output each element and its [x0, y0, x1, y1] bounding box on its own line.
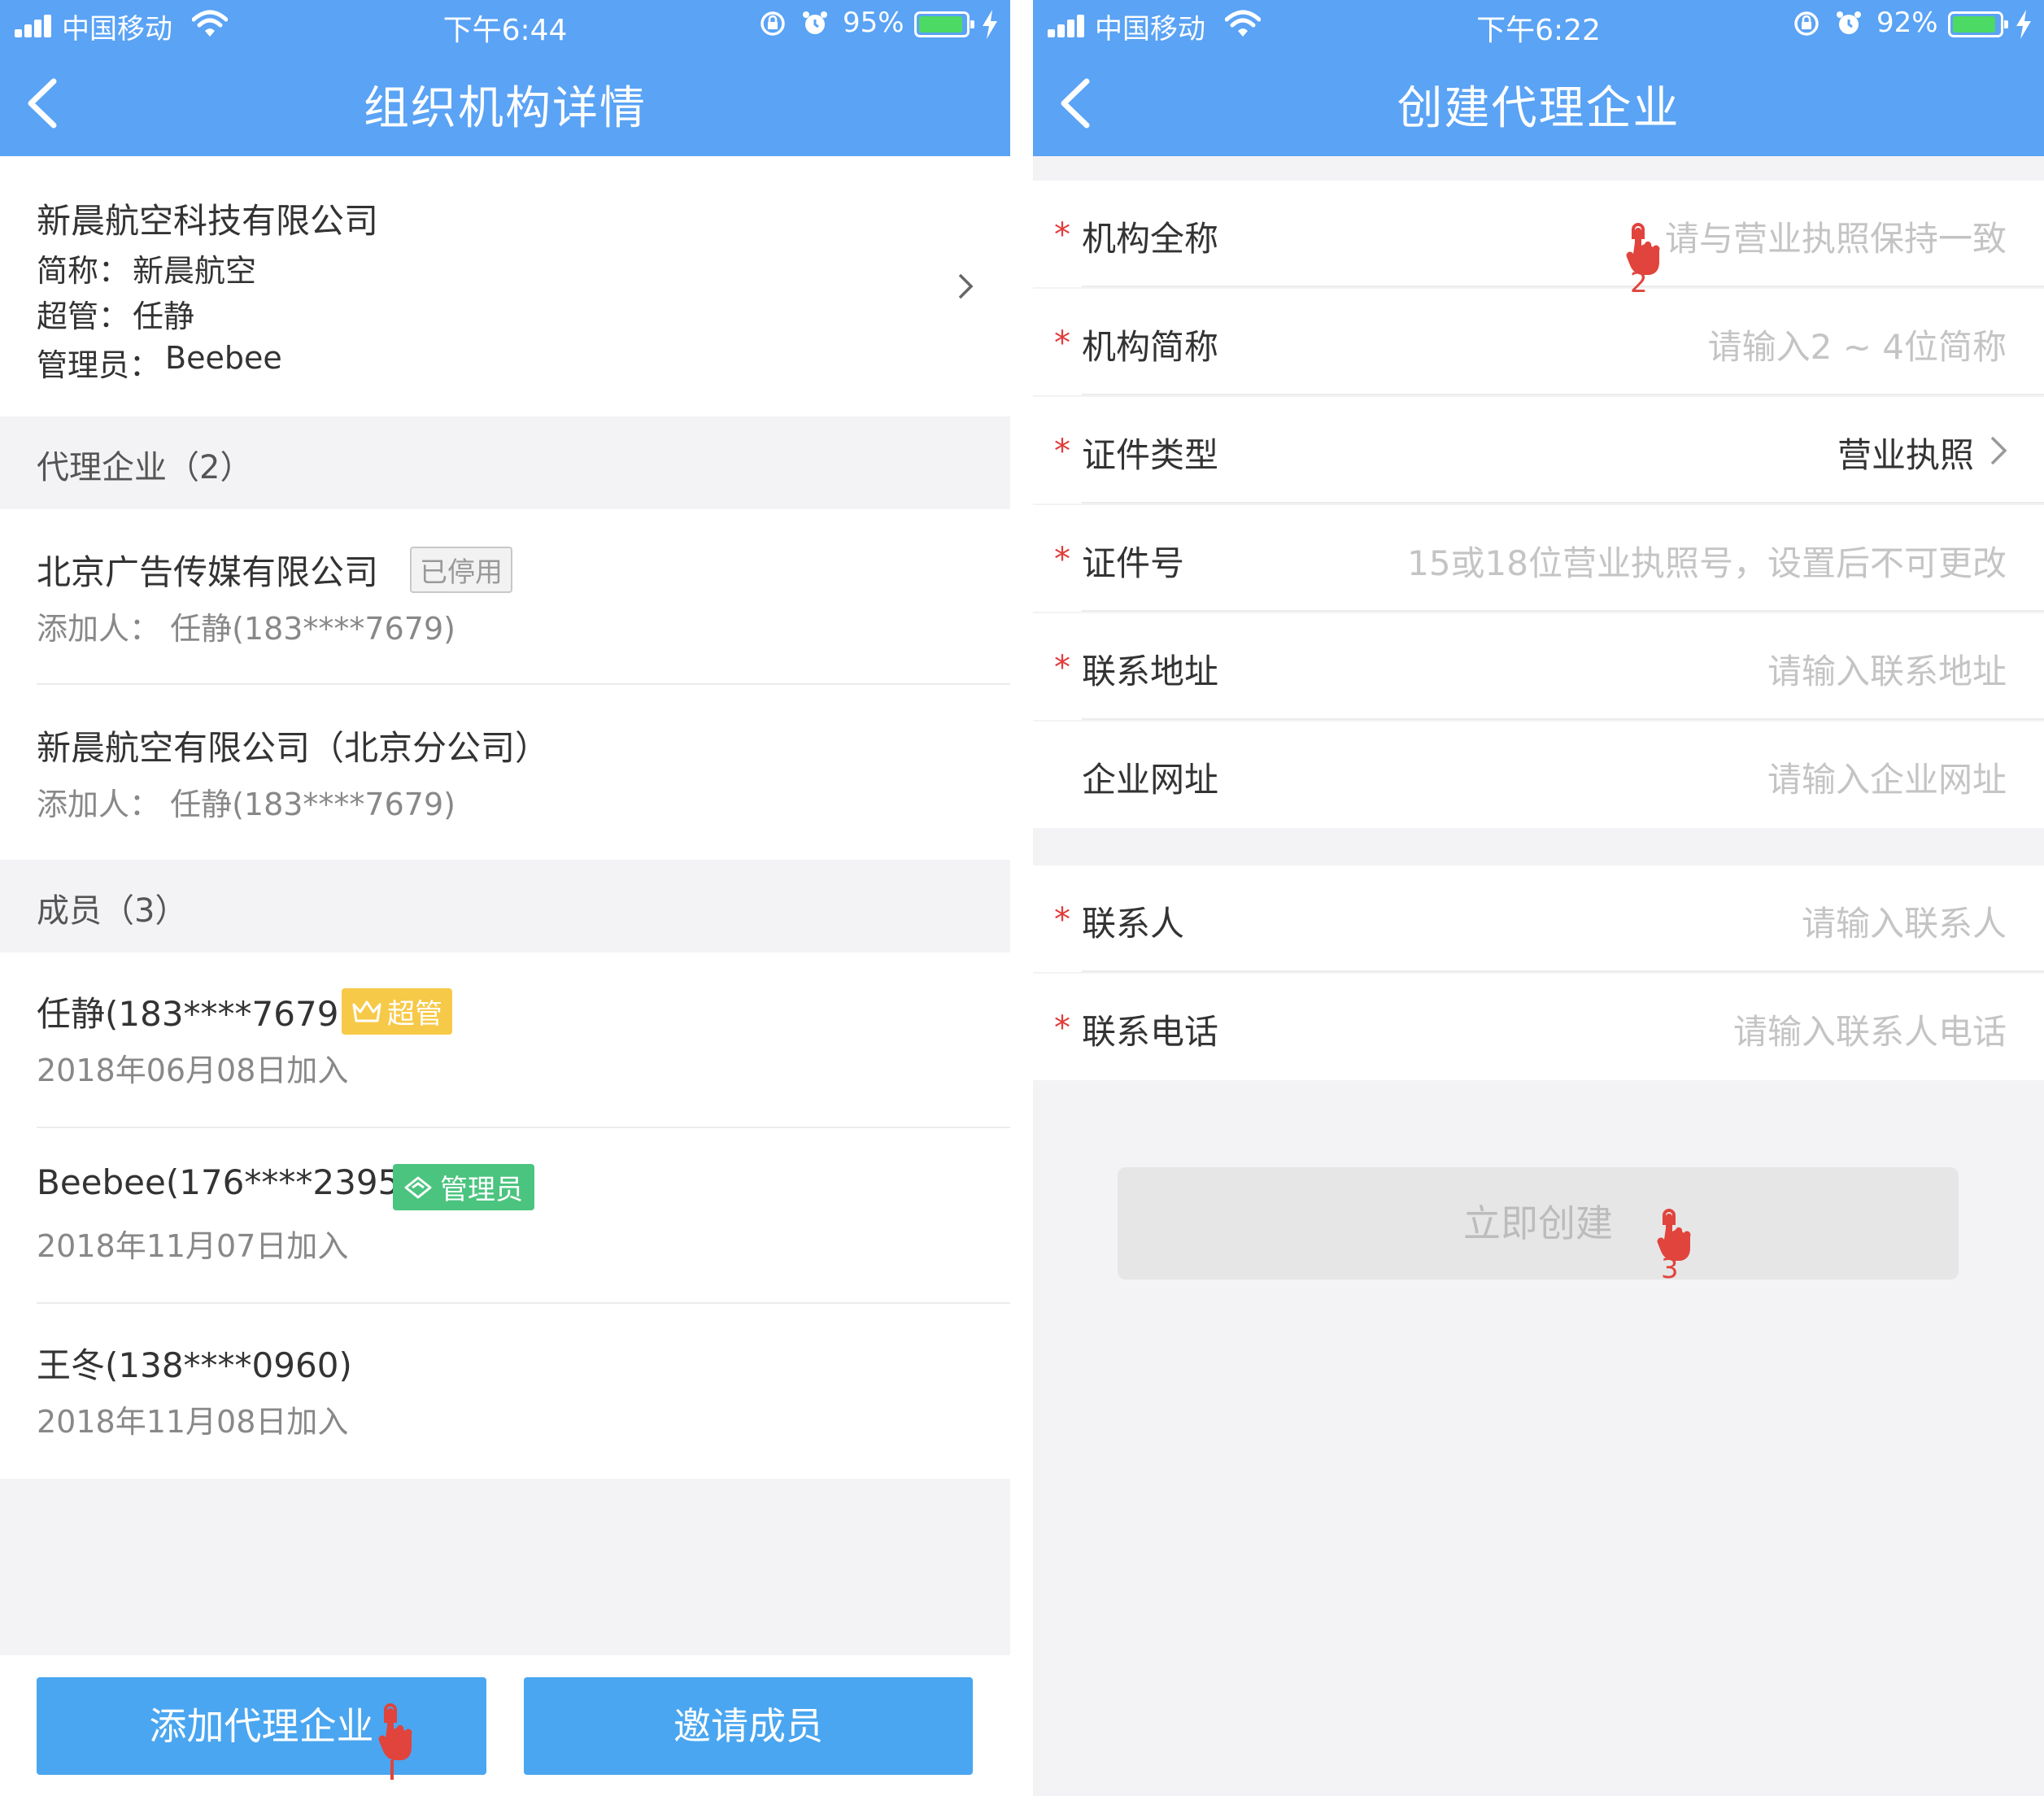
short-name-input[interactable]: 请输入2 ~ 4位简称: [1708, 320, 2007, 369]
field-label: 联系人: [1082, 904, 1185, 944]
battery-percent: 95%: [843, 7, 904, 39]
panel-gap: [1010, 0, 1033, 1796]
cert-number-input[interactable]: 15或18位营业执照号，设置后不可更改: [1407, 536, 2007, 586]
agency-added-by: 添加人： 任静(183****7679): [37, 787, 455, 822]
rotation-lock-icon: [761, 11, 785, 36]
required-mark: *: [1054, 433, 1070, 470]
org-name: 新晨航空科技有限公司: [37, 201, 379, 241]
member-item[interactable]: 任静(183****7679) 超管 2018年06月08日加入: [0, 952, 1010, 1127]
page-title: 创建代理企业: [1397, 82, 1680, 135]
battery-icon: [914, 11, 974, 37]
full-name-input[interactable]: 请与营业执照保持一致: [1665, 211, 2007, 261]
org-short-label: 简称：: [37, 253, 130, 289]
required-mark: *: [1054, 325, 1070, 362]
contact-person-input[interactable]: 请输入联系人: [1802, 896, 2007, 946]
battery-percent: 92%: [1876, 7, 1938, 39]
step-label: 3: [1661, 1253, 1679, 1285]
member-name: 王冬(138****0960): [37, 1345, 352, 1385]
cert-type-select[interactable]: 营业执照: [1837, 428, 1974, 477]
required-mark: *: [1054, 1009, 1070, 1047]
member-name: Beebee(176****2395): [37, 1162, 413, 1202]
required-mark: *: [1054, 901, 1070, 939]
super-admin-badge: 超管: [342, 988, 452, 1035]
field-org-short-name[interactable]: * 机构简称 请输入2 ~ 4位简称: [1033, 289, 2044, 395]
member-section-title: 成员（3）: [37, 892, 188, 930]
chevron-right-icon: [958, 273, 974, 299]
field-label: 企业网址: [1082, 760, 1219, 800]
field-label: 联系地址: [1082, 652, 1219, 691]
super-admin-badge-label: 超管: [387, 998, 442, 1031]
status-bar: 中国移动 下午6:44 95%: [0, 0, 1010, 50]
website-input[interactable]: 请输入企业网址: [1767, 752, 2007, 802]
admin-badge-label: 管理员: [440, 1174, 523, 1206]
field-label: 联系电话: [1082, 1012, 1219, 1052]
field-org-full-name[interactable]: * 机构全称 请与营业执照保持一致: [1033, 181, 2044, 287]
agency-section-header: 代理企业（2）: [0, 416, 1010, 509]
required-mark: *: [1054, 216, 1070, 254]
charging-icon: [983, 10, 997, 39]
empty-area: [0, 1479, 1010, 1655]
field-contact-phone[interactable]: * 联系电话 请输入联系人电话: [1033, 974, 2044, 1080]
create-agency-screen: 中国移动 下午6:22 92% 创建代理企业 * 机构全称 请与营业执照保持一致…: [1033, 0, 2044, 1796]
member-item[interactable]: 王冬(138****0960) 2018年11月08日加入: [0, 1304, 1010, 1479]
org-super-label: 超管：: [37, 299, 130, 334]
step-label: 2: [1630, 267, 1648, 299]
field-contact-person[interactable]: * 联系人 请输入联系人: [1033, 865, 2044, 972]
agency-item[interactable]: 新晨航空有限公司（北京分公司） 添加人： 任静(183****7679): [0, 685, 1010, 860]
charging-icon: [2016, 10, 2031, 39]
org-admin-value: Beebee: [165, 340, 282, 376]
org-detail-screen: 中国移动 下午6:44 95% 组织机构详情 新晨航空科技有限公司 简称： 新晨…: [0, 0, 1010, 1796]
org-admin-label: 管理员：: [37, 347, 161, 383]
member-name: 任静(183****7679): [37, 994, 352, 1034]
field-label: 证件类型: [1082, 435, 1219, 475]
hand-pointer-icon: [378, 1703, 412, 1780]
nav-bar: 组织机构详情: [0, 50, 1010, 156]
alarm-icon: [803, 11, 827, 34]
field-cert-number[interactable]: * 证件号 15或18位营业执照号，设置后不可更改: [1033, 505, 2044, 612]
add-agency-button[interactable]: 添加代理企业: [37, 1677, 486, 1775]
agency-added-by: 添加人： 任静(183****7679): [37, 611, 455, 647]
crown-icon: [352, 1000, 381, 1022]
field-label: 证件号: [1082, 543, 1185, 583]
agency-name: 新晨航空有限公司（北京分公司）: [37, 728, 550, 768]
rotation-lock-icon: [1794, 11, 1819, 36]
chevron-right-icon: [1990, 436, 2007, 465]
org-info-card[interactable]: 新晨航空科技有限公司 简称： 新晨航空 超管： 任静 管理员： Beebee: [0, 156, 1010, 416]
field-website[interactable]: 企业网址 请输入企业网址: [1033, 721, 2044, 828]
submit-create-button[interactable]: 立即创建: [1118, 1167, 1959, 1279]
battery-icon: [1948, 11, 2008, 37]
contact-phone-input[interactable]: 请输入联系人电话: [1733, 1005, 2007, 1054]
invite-member-button[interactable]: 邀请成员: [524, 1677, 973, 1775]
member-joined-date: 2018年11月07日加入: [37, 1228, 349, 1264]
status-bar: 中国移动 下午6:22 92%: [1033, 0, 2044, 50]
alarm-icon: [1837, 11, 1861, 34]
required-mark: *: [1054, 649, 1070, 687]
member-item[interactable]: Beebee(176****2395) 管理员 2018年11月07日加入: [0, 1128, 1010, 1303]
disabled-badge: 已停用: [410, 547, 512, 593]
nav-bar: 创建代理企业: [1033, 50, 2044, 156]
org-super-value: 任静: [133, 299, 195, 334]
member-joined-date: 2018年11月08日加入: [37, 1404, 349, 1440]
page-title: 组织机构详情: [364, 82, 647, 135]
diamond-icon: [404, 1176, 432, 1199]
field-contact-address[interactable]: * 联系地址 请输入联系地址: [1033, 613, 2044, 720]
field-cert-type[interactable]: * 证件类型 营业执照: [1033, 397, 2044, 503]
agency-name: 北京广告传媒有限公司: [37, 552, 379, 592]
admin-badge: 管理员: [393, 1164, 534, 1210]
agency-section-title: 代理企业（2）: [37, 449, 253, 486]
member-joined-date: 2018年06月08日加入: [37, 1053, 349, 1088]
field-label: 机构全称: [1082, 219, 1219, 259]
address-input[interactable]: 请输入联系地址: [1767, 644, 2007, 694]
member-section-header: 成员（3）: [0, 860, 1010, 952]
required-mark: *: [1054, 541, 1070, 578]
org-short-value: 新晨航空: [133, 253, 257, 289]
field-label: 机构简称: [1082, 327, 1219, 367]
agency-item[interactable]: 北京广告传媒有限公司 已停用 添加人： 任静(183****7679): [0, 509, 1010, 684]
